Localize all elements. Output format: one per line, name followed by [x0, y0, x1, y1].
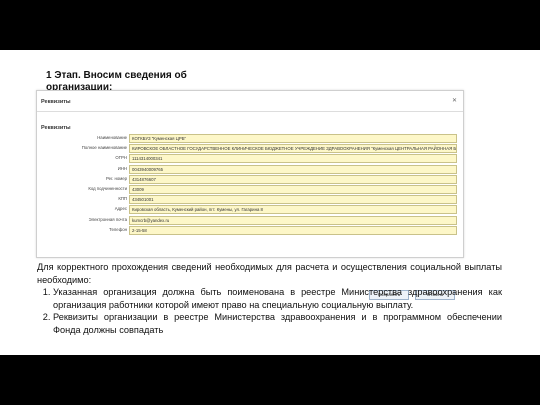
form-row: Электронная почта kumcrb@yandex.ru	[37, 215, 463, 225]
field-label: ОГРН	[115, 155, 127, 161]
requirements-list: Указанная организация должна быть поимен…	[37, 286, 502, 336]
slide-body: Для корректного прохождения сведений нео…	[37, 261, 502, 336]
body-intro: Для корректного прохождения сведений нео…	[37, 262, 502, 285]
field-input[interactable]: 434501001	[129, 195, 457, 205]
form-row: КПП 434501001	[37, 195, 463, 205]
field-input[interactable]: 1114314000341	[129, 154, 457, 164]
field-input[interactable]: 2-15-58	[129, 225, 457, 235]
field-label: Рег. номер	[106, 175, 127, 181]
requisites-window: Реквизиты ✕ Реквизиты Наименование КОГКБУ…	[36, 90, 464, 300]
field-input[interactable]: КИРОВСКОЕ ОБЛАСТНОЕ ГОСУДАРСТВЕННОЕ КЛИН…	[129, 144, 457, 154]
field-input[interactable]: 4314876607	[129, 174, 457, 184]
field-input[interactable]: 43009	[129, 185, 457, 194]
form-row: Полное наименование КИРОВСКОЕ ОБЛАСТНОЕ Г…	[37, 144, 463, 154]
slide: 1 Этап. Вносим сведения об организации: …	[0, 50, 540, 355]
window-title: Реквизиты	[41, 99, 71, 105]
field-label: ИНН	[117, 165, 127, 171]
field-input[interactable]: kumcrb@yandex.ru	[129, 215, 457, 225]
form-row: Наименование КОГКБУЗ "Куменская ЦРБ"	[37, 134, 463, 143]
form-row: Адрес Кировская область, Куменский район,…	[37, 205, 463, 215]
form-row: ОГРН 1114314000341	[37, 154, 463, 164]
divider	[37, 111, 463, 112]
form-row: Телефон 2-15-58	[37, 225, 463, 235]
list-item: Реквизиты организации в реестре Министер…	[53, 311, 502, 336]
form-row: ИНН 0043940009765	[37, 164, 463, 174]
field-label: Наименование	[97, 135, 127, 140]
close-icon[interactable]: ✕	[452, 97, 457, 104]
field-label: Телефон	[109, 226, 127, 232]
list-item: Указанная организация должна быть поимен…	[53, 286, 502, 311]
section-title: Реквизиты	[41, 125, 71, 131]
field-input[interactable]: КОГКБУЗ "Куменская ЦРБ"	[129, 134, 457, 143]
field-label: КПП	[118, 196, 127, 202]
field-input[interactable]: 0043940009765	[129, 164, 457, 174]
field-label: Полное наименование	[81, 145, 127, 151]
field-input[interactable]: Кировская область, Куменский район, пгт.…	[129, 205, 457, 215]
field-label: Электронная почта	[88, 216, 127, 222]
form-row: Код подчиненности 43009	[37, 185, 463, 194]
form-row: Рег. номер 4314876607	[37, 174, 463, 184]
field-label: Код подчиненности	[88, 186, 127, 191]
field-label: Адрес	[114, 206, 127, 212]
